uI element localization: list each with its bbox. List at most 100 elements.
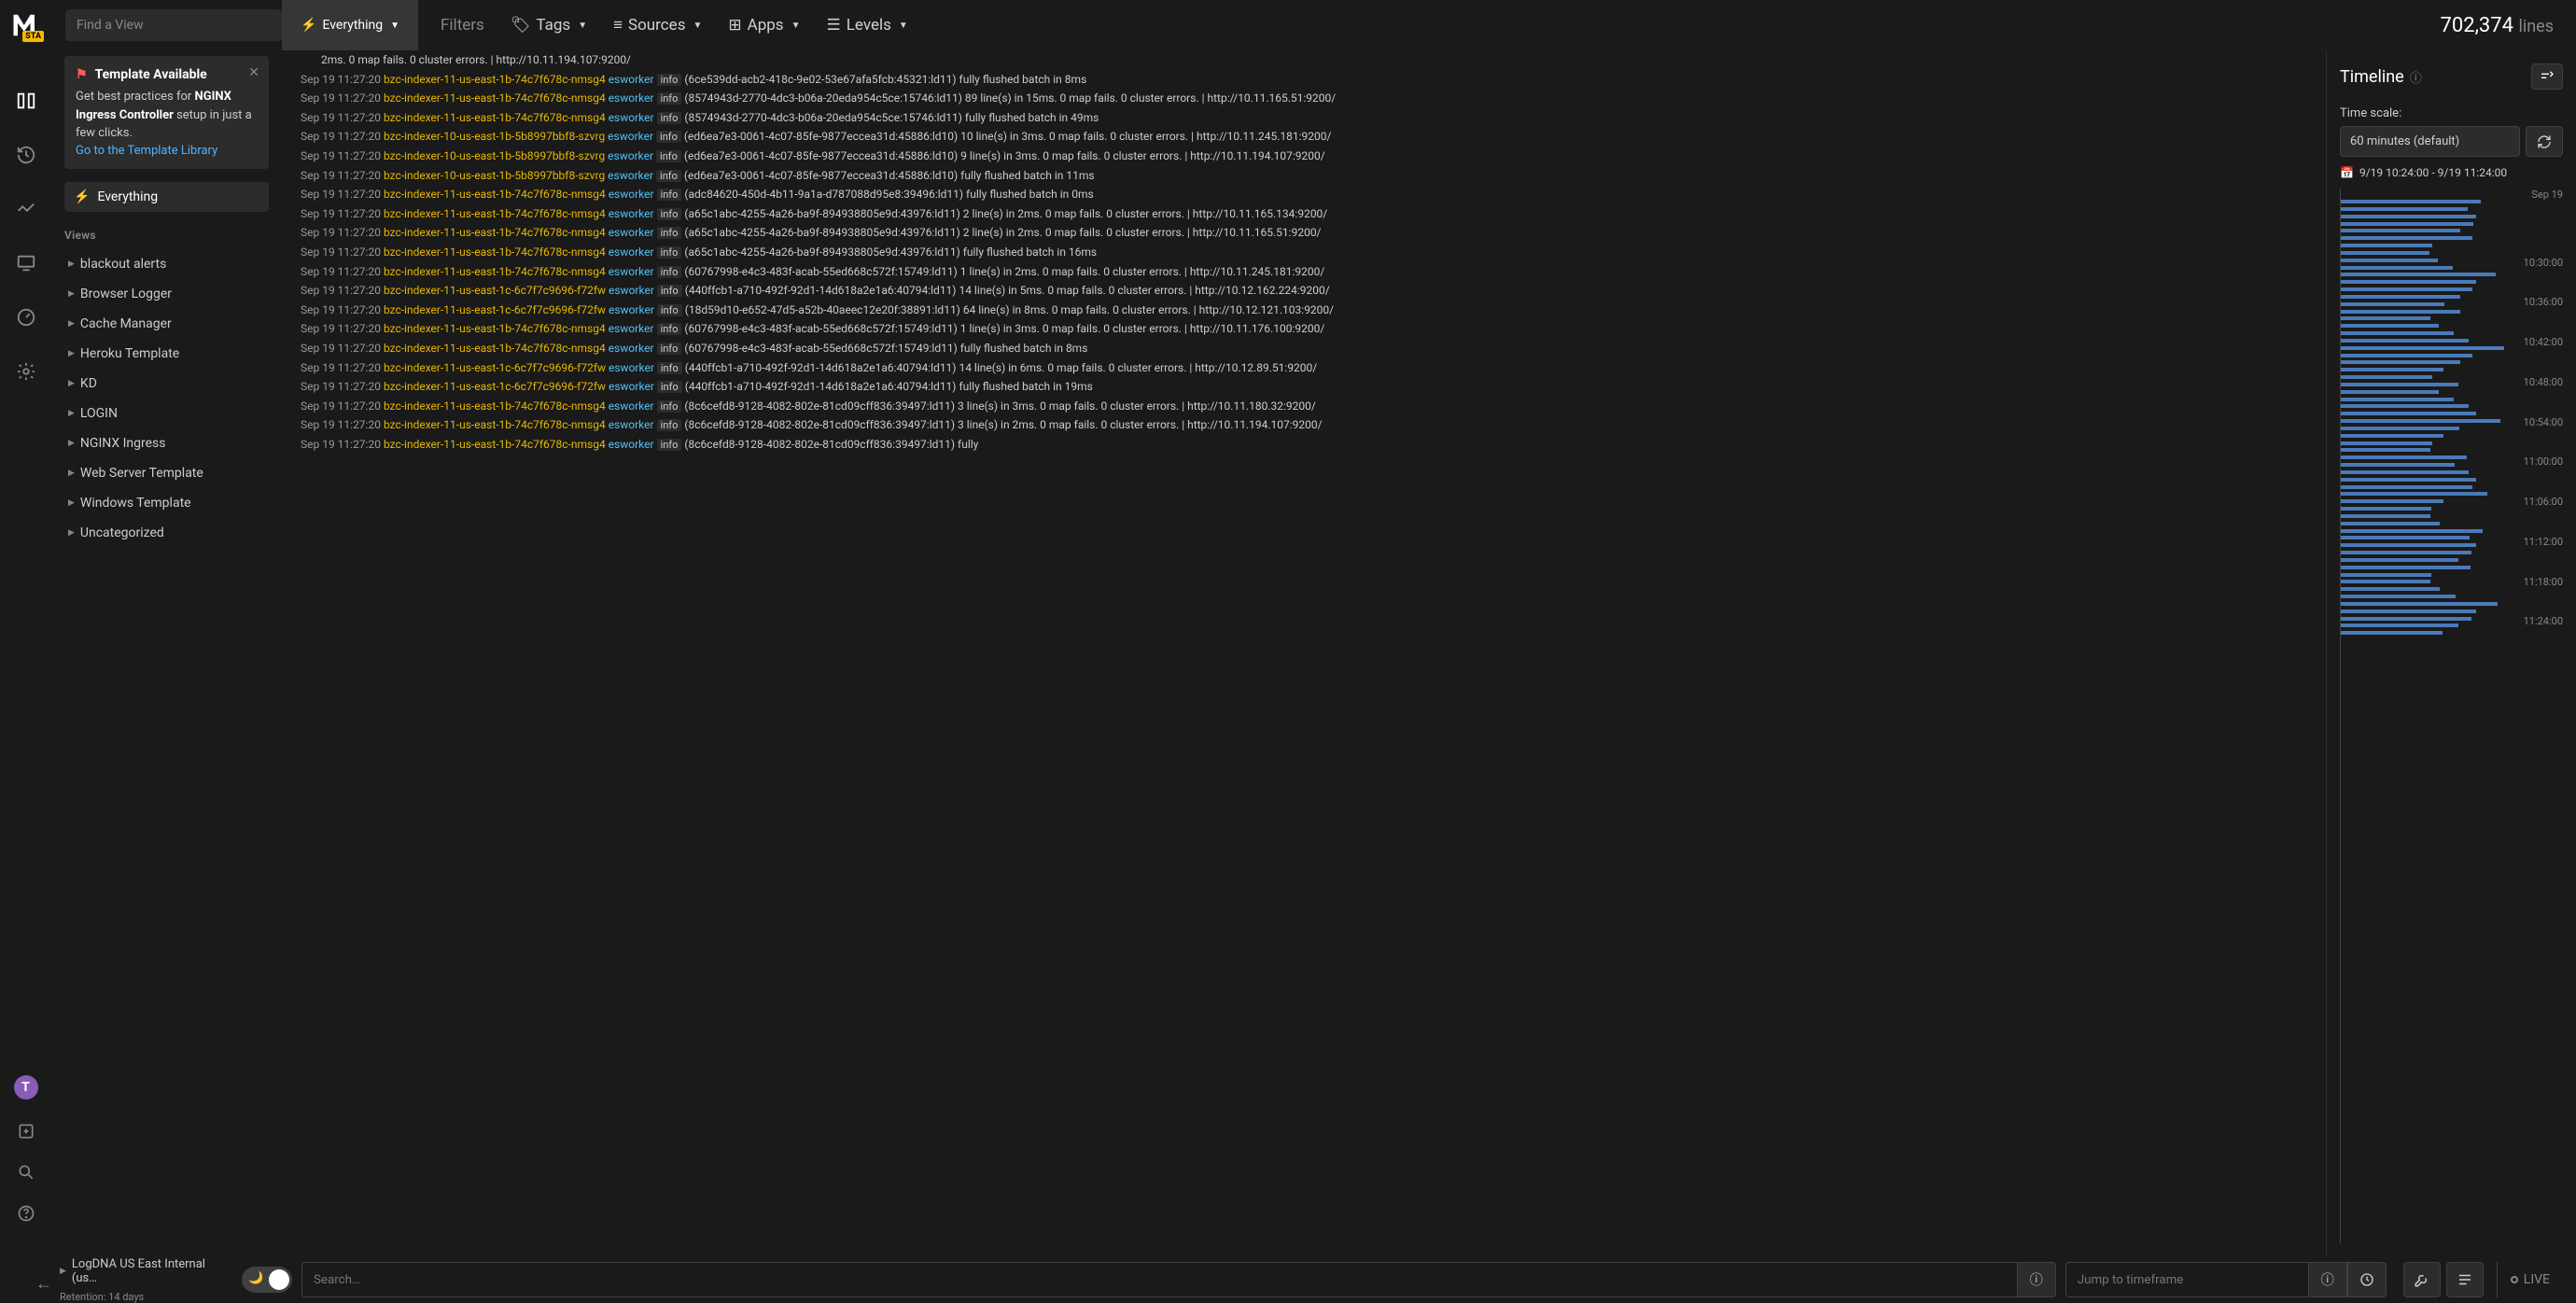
log-line[interactable]: Sep 19 11:27:20 bzc-indexer-11-us-east-1…	[282, 262, 2326, 282]
log-line[interactable]: Sep 19 11:27:20 bzc-indexer-10-us-east-1…	[282, 147, 2326, 166]
timeline-bar[interactable]	[2341, 339, 2469, 343]
log-line[interactable]: Sep 19 11:27:20 bzc-indexer-11-us-east-1…	[282, 358, 2326, 378]
timeline-bar[interactable]	[2341, 609, 2476, 613]
timeline-bar[interactable]	[2341, 200, 2481, 203]
timeline-bar[interactable]	[2341, 398, 2454, 401]
menu-apps[interactable]: ⊞Apps▼	[728, 16, 800, 35]
history-icon[interactable]	[13, 142, 39, 168]
timeline-bar[interactable]	[2341, 295, 2460, 299]
timeline-bar[interactable]	[2341, 558, 2458, 562]
log-line[interactable]: Sep 19 11:27:20 bzc-indexer-11-us-east-1…	[282, 377, 2326, 397]
view-item[interactable]: ▶Web Server Template	[64, 458, 269, 488]
log-line[interactable]: Sep 19 11:27:20 bzc-indexer-11-us-east-1…	[282, 301, 2326, 320]
log-line[interactable]: Sep 19 11:27:20 bzc-indexer-11-us-east-1…	[282, 223, 2326, 243]
timeline-bar[interactable]	[2341, 448, 2430, 452]
format-icon[interactable]	[2446, 1262, 2484, 1297]
search-input[interactable]	[301, 1262, 2017, 1297]
view-item[interactable]: ▶Heroku Template	[64, 339, 269, 369]
timeline-bar[interactable]	[2341, 324, 2439, 328]
timeline-bar[interactable]	[2341, 346, 2504, 350]
timeline-bar[interactable]	[2341, 617, 2471, 621]
menu-levels[interactable]: ☰Levels▼	[827, 16, 908, 35]
timeline-bar[interactable]	[2341, 455, 2467, 459]
timeline-bar[interactable]	[2341, 441, 2432, 445]
timeline-bar[interactable]	[2341, 529, 2483, 533]
timeline-bar[interactable]	[2341, 390, 2439, 394]
log-line[interactable]: Sep 19 11:27:20 bzc-indexer-11-us-east-1…	[282, 185, 2326, 204]
timeline-bar[interactable]	[2341, 404, 2469, 408]
log-line[interactable]: Sep 19 11:27:20 bzc-indexer-11-us-east-1…	[282, 415, 2326, 435]
view-item[interactable]: ▶Browser Logger	[64, 279, 269, 309]
log-line[interactable]: Sep 19 11:27:20 bzc-indexer-11-us-east-1…	[282, 339, 2326, 358]
timeline-toggle-icon[interactable]	[2531, 63, 2563, 90]
timeline-bar[interactable]	[2341, 536, 2470, 539]
filters-label[interactable]: Filters	[441, 16, 484, 35]
time-scale-select[interactable]: 60 minutes (default)	[2340, 126, 2520, 157]
log-line[interactable]: Sep 19 11:27:20 bzc-indexer-11-us-east-1…	[282, 243, 2326, 262]
timeline-bar[interactable]	[2341, 419, 2500, 423]
app-logo[interactable]: STA	[0, 8, 51, 42]
caret-right-icon[interactable]: ▶	[60, 1267, 66, 1276]
timeline-bar[interactable]	[2341, 485, 2472, 489]
log-line[interactable]: Sep 19 11:27:20 bzc-indexer-11-us-east-1…	[282, 435, 2326, 455]
timeline-bar[interactable]	[2341, 631, 2443, 635]
live-toggle[interactable]: LIVE	[2497, 1262, 2563, 1297]
timeline-bar[interactable]	[2341, 251, 2429, 255]
timeline-bar[interactable]	[2341, 331, 2454, 335]
find-view-input[interactable]	[65, 9, 282, 41]
menu-tags[interactable]: 🏷Tags▼	[511, 16, 587, 35]
log-line[interactable]: Sep 19 11:27:20 bzc-indexer-11-us-east-1…	[282, 281, 2326, 301]
search-help-icon[interactable]: ⓘ	[2017, 1262, 2056, 1297]
menu-sources[interactable]: ≡Sources▼	[613, 16, 702, 35]
timeline-bar[interactable]	[2341, 551, 2471, 554]
timeline-bar[interactable]	[2341, 287, 2472, 291]
log-line[interactable]: 2ms. 0 map fails. 0 cluster errors. | ht…	[282, 50, 2326, 70]
views-icon[interactable]	[13, 88, 39, 114]
view-item[interactable]: ▶NGINX Ingress	[64, 428, 269, 458]
log-line[interactable]: Sep 19 11:27:20 bzc-indexer-10-us-east-1…	[282, 127, 2326, 147]
theme-toggle[interactable]: 🌙	[242, 1267, 292, 1293]
timeline-bar[interactable]	[2341, 580, 2430, 583]
log-line[interactable]: Sep 19 11:27:20 bzc-indexer-11-us-east-1…	[282, 70, 2326, 90]
collapse-sidebar-icon[interactable]: ←	[35, 1274, 52, 1294]
timeline-bar[interactable]	[2341, 434, 2443, 438]
log-line[interactable]: Sep 19 11:27:20 bzc-indexer-11-us-east-1…	[282, 204, 2326, 224]
boards-icon[interactable]	[13, 196, 39, 222]
timeline-bar[interactable]	[2341, 543, 2476, 547]
timeline-bar[interactable]	[2341, 427, 2459, 430]
timeline-bar[interactable]	[2341, 383, 2458, 386]
view-item[interactable]: ▶blackout alerts	[64, 249, 269, 279]
timeline-bar[interactable]	[2341, 566, 2471, 569]
timeline-bar[interactable]	[2341, 316, 2430, 320]
timeline-bar[interactable]	[2341, 354, 2472, 357]
settings-icon[interactable]	[13, 358, 39, 385]
timeline-bar[interactable]	[2341, 280, 2476, 284]
search-icon[interactable]	[13, 1159, 39, 1185]
timeline-bar[interactable]	[2341, 492, 2487, 496]
template-library-link[interactable]: Go to the Template Library	[76, 144, 217, 158]
timeline-bar[interactable]	[2341, 470, 2469, 474]
timeline-bar[interactable]	[2341, 368, 2443, 371]
screens-icon[interactable]	[13, 250, 39, 276]
timeline-bar[interactable]	[2341, 587, 2440, 591]
timeline-bar[interactable]	[2341, 478, 2476, 482]
refresh-button[interactable]	[2526, 126, 2563, 157]
timeline-bar[interactable]	[2341, 573, 2431, 577]
timeline-bar[interactable]	[2341, 229, 2460, 232]
log-line[interactable]: Sep 19 11:27:20 bzc-indexer-10-us-east-1…	[282, 166, 2326, 186]
help-icon[interactable]: ⓘ	[2410, 68, 2422, 86]
add-icon[interactable]	[13, 1118, 39, 1144]
view-item[interactable]: ▶LOGIN	[64, 399, 269, 428]
timeline-bar[interactable]	[2341, 236, 2472, 240]
log-line[interactable]: Sep 19 11:27:20 bzc-indexer-11-us-east-1…	[282, 319, 2326, 339]
gauge-icon[interactable]	[13, 304, 39, 330]
timeline-bar[interactable]	[2341, 259, 2438, 262]
timeline-bar[interactable]	[2341, 266, 2453, 270]
everything-view[interactable]: ⚡ Everything	[64, 182, 269, 212]
timeline-bar[interactable]	[2341, 522, 2440, 525]
timeline-bar[interactable]	[2341, 507, 2431, 511]
timeline-bar[interactable]	[2341, 623, 2458, 627]
log-line[interactable]: Sep 19 11:27:20 bzc-indexer-11-us-east-1…	[282, 89, 2326, 108]
log-line[interactable]: Sep 19 11:27:20 bzc-indexer-11-us-east-1…	[282, 108, 2326, 128]
timeline-bar[interactable]	[2341, 463, 2455, 467]
